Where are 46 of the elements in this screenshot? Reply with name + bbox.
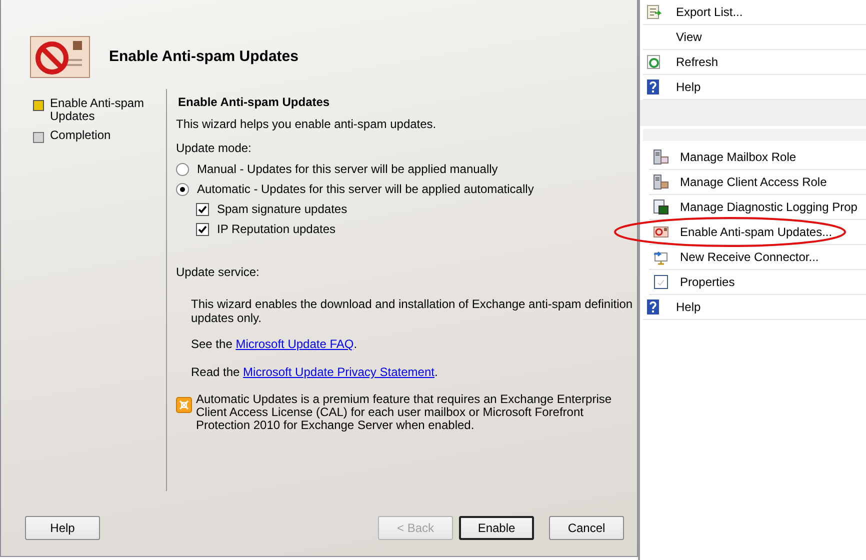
no-mail-icon — [653, 224, 669, 240]
dialog-button[interactable]: Cancel — [549, 516, 624, 540]
checkbox[interactable] — [196, 222, 209, 236]
action-item[interactable]: Manage Mailbox Role — [649, 145, 866, 170]
page-heading: Enable Anti-spam Updates — [178, 95, 331, 109]
step-label[interactable]: Enable Anti-spam Updates — [50, 97, 150, 123]
link-sentence: See the Microsoft Update FAQ. — [191, 337, 358, 351]
link-sentence: Read the Microsoft Update Privacy Statement. — [191, 365, 439, 379]
export-icon — [646, 4, 662, 20]
section-label: Update service: — [176, 265, 260, 279]
action-item[interactable]: Help — [643, 295, 866, 320]
dialog-button[interactable]: Enable — [459, 516, 534, 540]
server-icon — [653, 149, 669, 165]
log-icon — [653, 199, 669, 215]
checkbox-label[interactable]: IP Reputation updates — [217, 222, 336, 236]
intro-text: This wizard helps you enable anti-spam updates. — [176, 117, 438, 131]
no-mail-icon — [30, 36, 90, 78]
radio-label[interactable]: Manual - Updates for this server will be applied manually — [197, 162, 498, 176]
action-item[interactable]: Manage Client Access Role — [649, 170, 866, 195]
server-icon — [653, 174, 669, 190]
action-item[interactable]: Refresh — [643, 50, 866, 75]
radio-button[interactable] — [176, 182, 189, 196]
section-label: Update mode: — [176, 141, 252, 155]
warning-icon — [176, 397, 192, 413]
description-text: This wizard enables the download and installation of Exchange anti-spam definition updates only. — [191, 297, 634, 325]
connector-icon — [653, 249, 669, 265]
action-item[interactable]: Properties — [649, 270, 866, 295]
refresh-icon — [646, 54, 662, 70]
action-item[interactable]: Manage Diagnostic Logging Prop — [649, 195, 866, 220]
step-label[interactable]: Completion — [50, 129, 150, 142]
action-item[interactable]: Export List... — [643, 0, 866, 25]
radio-label[interactable]: Automatic - Updates for this server will be applied automatically — [197, 182, 534, 196]
action-item[interactable]: Enable Anti-spam Updates... — [649, 220, 866, 245]
action-item[interactable]: View — [643, 25, 866, 50]
link[interactable]: Microsoft Update FAQ — [236, 337, 354, 351]
wizard-title: Enable Anti-spam Updates — [109, 48, 298, 65]
help-icon — [646, 299, 662, 315]
properties-icon — [653, 274, 669, 290]
checkbox[interactable] — [196, 202, 209, 216]
dialog-button[interactable]: Help — [25, 516, 100, 540]
notice-text: Automatic Updates is a premium feature that requires an Exchange Enterprise Client Access License (CAL) for each user mailbox or Microsoft Forefront Protection 2010 for Exchange Server when enabled. — [196, 393, 613, 432]
radio-button[interactable] — [176, 162, 189, 176]
link[interactable]: Microsoft Update Privacy Statement — [243, 365, 434, 379]
checkbox-label[interactable]: Spam signature updates — [217, 202, 348, 216]
help-icon — [646, 79, 662, 95]
action-item[interactable]: New Receive Connector... — [649, 245, 866, 270]
